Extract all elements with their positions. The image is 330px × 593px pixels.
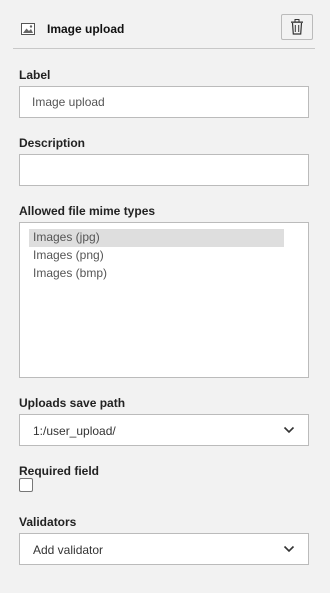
- validators-value: Add validator: [33, 543, 104, 557]
- chevron-down-icon: [283, 545, 295, 553]
- required-field-label: Required field: [19, 464, 100, 478]
- delete-button[interactable]: [281, 14, 313, 40]
- description-field-label: Description: [19, 136, 86, 150]
- label-field-label: Label: [19, 68, 51, 82]
- mime-option-png[interactable]: Images (png): [29, 247, 284, 265]
- form-element-header: Image upload: [13, 10, 315, 49]
- label-input[interactable]: [19, 86, 309, 118]
- validators-select[interactable]: Add validator: [19, 533, 309, 565]
- save-path-select[interactable]: 1:/user_upload/: [19, 414, 309, 446]
- mime-types-multiselect[interactable]: Images (jpg) Images (png) Images (bmp): [19, 222, 309, 378]
- mime-option-jpg[interactable]: Images (jpg): [29, 229, 284, 247]
- validators-label: Validators: [19, 515, 77, 529]
- save-path-label: Uploads save path: [19, 396, 126, 410]
- trash-icon: [291, 19, 303, 35]
- save-path-value: 1:/user_upload/: [33, 424, 116, 438]
- chevron-down-icon: [283, 426, 295, 434]
- element-title: Image upload: [47, 22, 125, 36]
- image-icon: [21, 23, 35, 35]
- description-input[interactable]: [19, 154, 309, 186]
- required-checkbox[interactable]: [19, 478, 33, 492]
- mime-types-label: Allowed file mime types: [19, 204, 156, 218]
- mime-option-bmp[interactable]: Images (bmp): [29, 265, 284, 283]
